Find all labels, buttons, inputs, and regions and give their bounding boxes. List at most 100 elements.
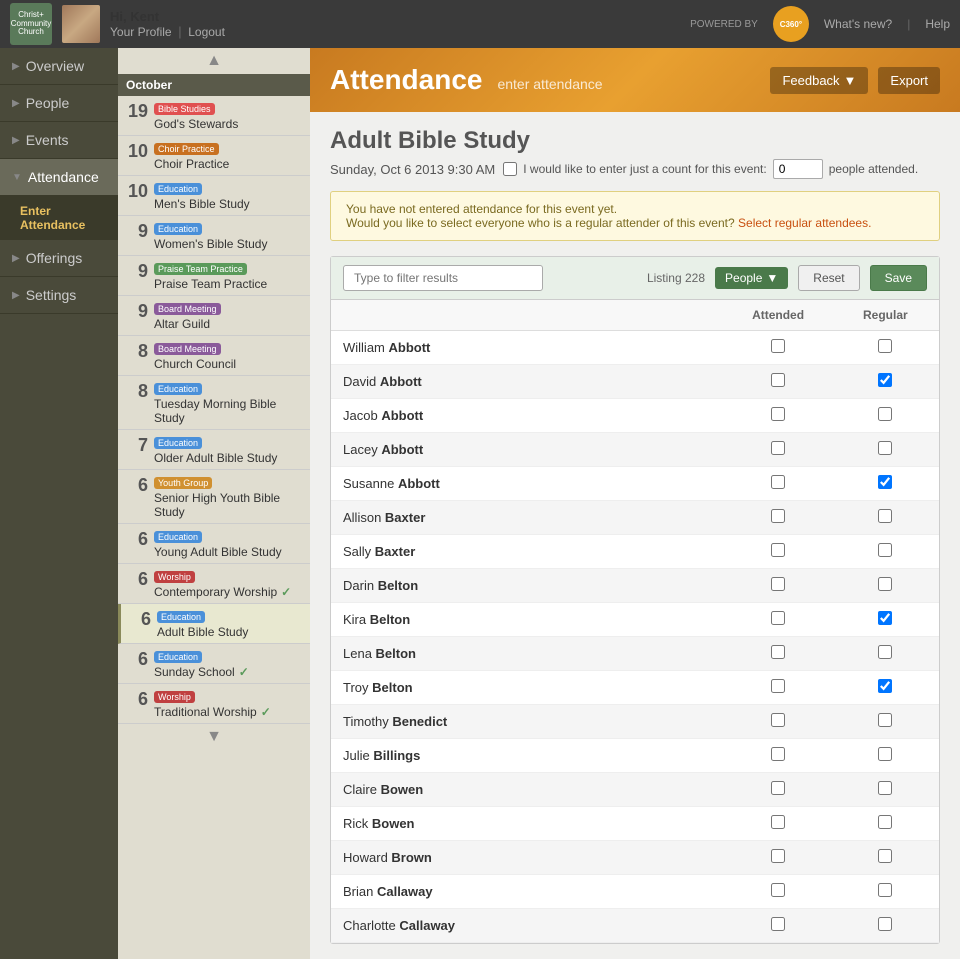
event-list-item[interactable]: 9 Education Women's Bible Study: [118, 216, 310, 256]
event-list-item[interactable]: 19 Bible Studies God's Stewards: [118, 96, 310, 136]
attended-cell: [724, 671, 831, 705]
listing-label: Listing 228: [647, 271, 705, 285]
scroll-up-button[interactable]: ▲: [118, 48, 310, 74]
event-tag: Board Meeting: [154, 343, 221, 355]
sidebar-item-settings[interactable]: ▶ Settings: [0, 277, 118, 314]
attended-checkbox[interactable]: [771, 407, 785, 421]
event-list-item[interactable]: 9 Praise Team Practice Praise Team Pract…: [118, 256, 310, 296]
event-list-item[interactable]: 10 Choir Practice Choir Practice: [118, 136, 310, 176]
chevron-right-icon: ▶: [12, 253, 20, 264]
attended-checkbox[interactable]: [771, 509, 785, 523]
filter-input[interactable]: [343, 265, 543, 291]
attended-checkbox[interactable]: [771, 815, 785, 829]
regular-checkbox[interactable]: [878, 509, 892, 523]
attended-checkbox[interactable]: [771, 747, 785, 761]
events-list: 19 Bible Studies God's Stewards 10 Choir…: [118, 96, 310, 724]
event-list-item[interactable]: 7 Education Older Adult Bible Study: [118, 430, 310, 470]
warning-box: You have not entered attendance for this…: [330, 191, 940, 241]
event-tag: Education: [154, 223, 202, 235]
attended-checkbox[interactable]: [771, 679, 785, 693]
sidebar-item-offerings[interactable]: ▶ Offerings: [0, 240, 118, 277]
attended-checkbox[interactable]: [771, 543, 785, 557]
regular-checkbox[interactable]: [878, 339, 892, 353]
event-list-item[interactable]: 9 Board Meeting Altar Guild: [118, 296, 310, 336]
event-list-item[interactable]: 8 Education Tuesday Morning Bible Study: [118, 376, 310, 430]
event-list-item[interactable]: 6 Worship Traditional Worship✓: [118, 684, 310, 724]
regular-checkbox[interactable]: [878, 645, 892, 659]
feedback-button[interactable]: Feedback ▼: [770, 67, 868, 94]
help-link[interactable]: Help: [925, 17, 950, 31]
regular-checkbox[interactable]: [878, 917, 892, 931]
event-name: Senior High Youth Bible Study: [154, 491, 302, 519]
person-name: Charlotte Callaway: [343, 918, 455, 933]
event-list-item[interactable]: 6 Youth Group Senior High Youth Bible St…: [118, 470, 310, 524]
regular-checkbox[interactable]: [878, 849, 892, 863]
person-name-cell: Susanne Abbott: [331, 467, 724, 501]
attended-checkbox[interactable]: [771, 713, 785, 727]
regular-checkbox[interactable]: [878, 713, 892, 727]
regular-cell: [832, 739, 939, 773]
attended-checkbox[interactable]: [771, 339, 785, 353]
person-name: Susanne Abbott: [343, 476, 440, 491]
attended-checkbox[interactable]: [771, 645, 785, 659]
select-regular-link[interactable]: Select regular attendees.: [738, 216, 871, 230]
person-name-cell: Lacey Abbott: [331, 433, 724, 467]
save-button[interactable]: Save: [870, 265, 927, 291]
regular-checkbox[interactable]: [878, 883, 892, 897]
sidebar-item-overview[interactable]: ▶ Overview: [0, 48, 118, 85]
regular-checkbox[interactable]: [878, 373, 892, 387]
scroll-down-button[interactable]: ▼: [118, 724, 310, 750]
attended-checkbox[interactable]: [771, 781, 785, 795]
table-row: Troy Belton: [331, 671, 939, 705]
people-dropdown[interactable]: People ▼: [715, 267, 788, 289]
table-container: Listing 228 People ▼ Reset Save: [330, 256, 940, 944]
person-name: Allison Baxter: [343, 510, 425, 525]
regular-checkbox[interactable]: [878, 543, 892, 557]
count-input[interactable]: [773, 159, 823, 179]
sidebar-item-attendance-label: Attendance: [28, 169, 99, 185]
event-list-item[interactable]: 6 Worship Contemporary Worship✓: [118, 564, 310, 604]
regular-checkbox[interactable]: [878, 407, 892, 421]
attended-checkbox[interactable]: [771, 441, 785, 455]
header-links[interactable]: Your Profile | Logout: [110, 24, 225, 39]
your-profile-link[interactable]: Your Profile: [110, 25, 172, 39]
table-row: Howard Brown: [331, 841, 939, 875]
event-name: Women's Bible Study: [154, 237, 302, 251]
event-details: Education Tuesday Morning Bible Study: [154, 380, 302, 425]
attended-checkbox[interactable]: [771, 475, 785, 489]
chevron-right-icon: ▶: [12, 98, 20, 109]
event-list-item[interactable]: 6 Education Sunday School✓: [118, 644, 310, 684]
person-name-cell: Lena Belton: [331, 637, 724, 671]
event-list-item[interactable]: 6 Education Young Adult Bible Study: [118, 524, 310, 564]
reset-button[interactable]: Reset: [798, 265, 859, 291]
attended-checkbox[interactable]: [771, 917, 785, 931]
attended-checkbox[interactable]: [771, 849, 785, 863]
attended-checkbox[interactable]: [771, 611, 785, 625]
sidebar-item-events[interactable]: ▶ Events: [0, 122, 118, 159]
regular-checkbox[interactable]: [878, 747, 892, 761]
logout-link[interactable]: Logout: [188, 25, 225, 39]
sidebar-item-people[interactable]: ▶ People: [0, 85, 118, 122]
event-list-item[interactable]: 6 Education Adult Bible Study: [118, 604, 310, 644]
whats-new-link[interactable]: What's new?: [824, 17, 892, 31]
regular-checkbox[interactable]: [878, 815, 892, 829]
church-logo: Christ+CommunityChurch: [10, 3, 52, 45]
regular-checkbox[interactable]: [878, 679, 892, 693]
attended-checkbox[interactable]: [771, 373, 785, 387]
count-checkbox[interactable]: [503, 162, 517, 176]
table-toolbar: Listing 228 People ▼ Reset Save: [331, 257, 939, 300]
sidebar-item-attendance[interactable]: ▼ Attendance: [0, 159, 118, 196]
regular-checkbox[interactable]: [878, 475, 892, 489]
regular-checkbox[interactable]: [878, 577, 892, 591]
attended-checkbox[interactable]: [771, 883, 785, 897]
event-list-item[interactable]: 10 Education Men's Bible Study: [118, 176, 310, 216]
person-name-cell: David Abbott: [331, 365, 724, 399]
regular-checkbox[interactable]: [878, 611, 892, 625]
regular-checkbox[interactable]: [878, 441, 892, 455]
regular-checkbox[interactable]: [878, 781, 892, 795]
export-button[interactable]: Export: [878, 67, 940, 94]
attended-checkbox[interactable]: [771, 577, 785, 591]
sidebar-sub-enter-attendance[interactable]: Enter Attendance: [0, 196, 118, 240]
person-name-cell: Sally Baxter: [331, 535, 724, 569]
event-list-item[interactable]: 8 Board Meeting Church Council: [118, 336, 310, 376]
